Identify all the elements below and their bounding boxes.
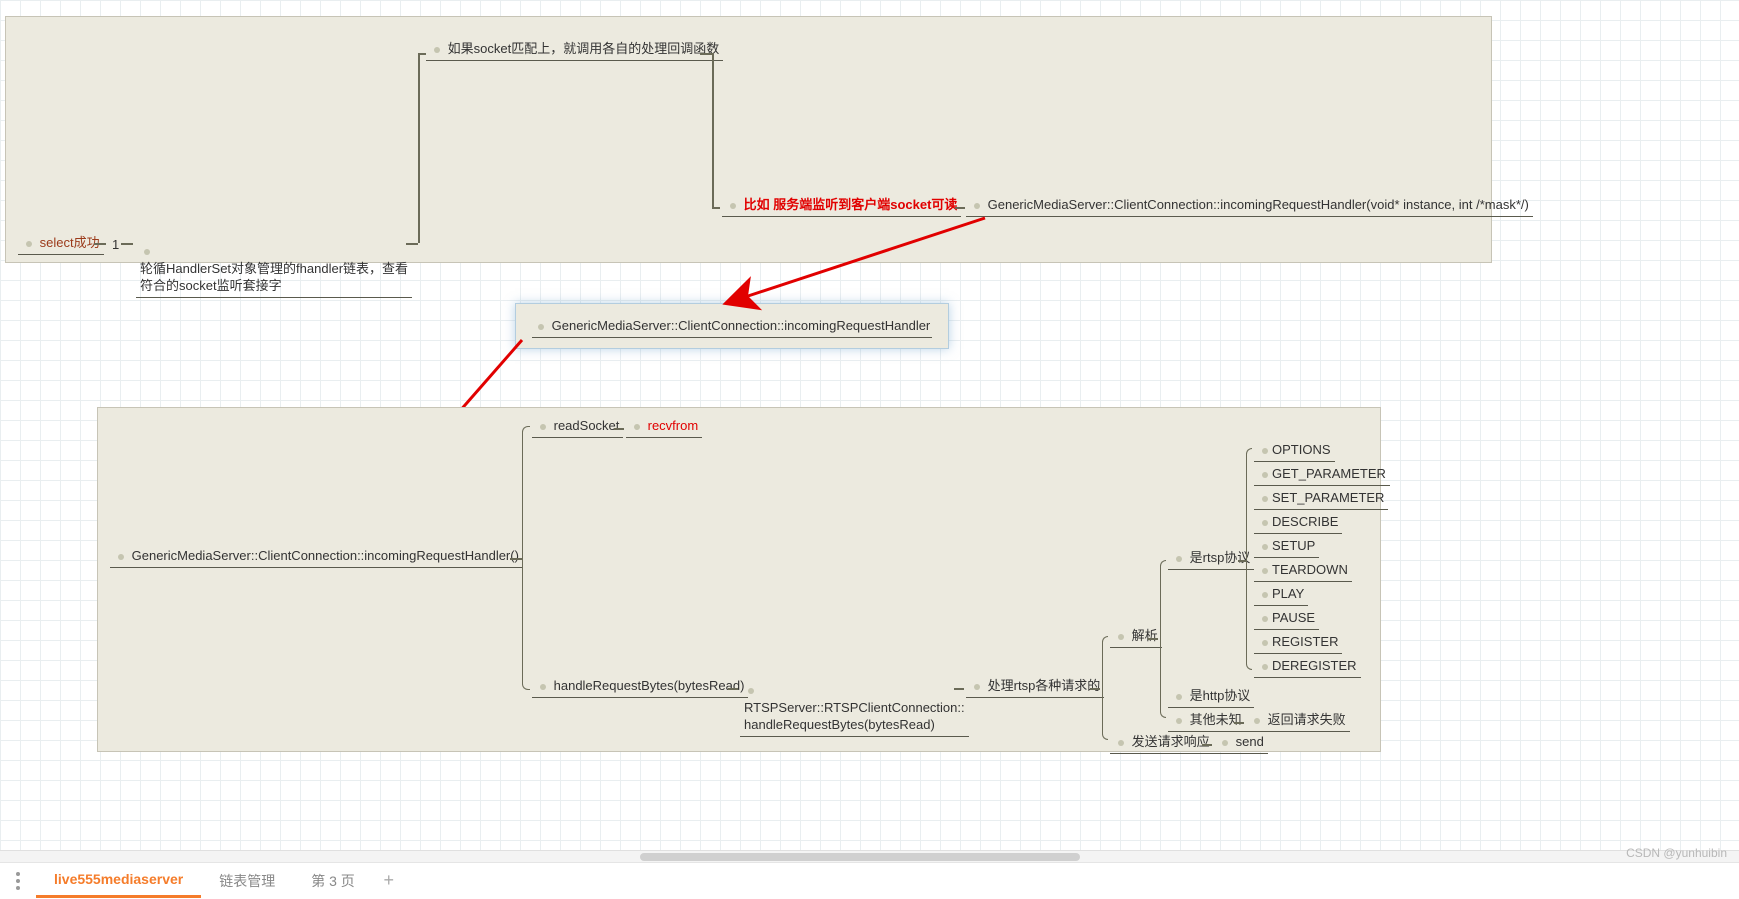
expand-dot-icon[interactable] — [26, 241, 32, 247]
expand-dot-icon[interactable] — [1262, 520, 1268, 526]
node-rtsp-handle[interactable]: RTSPServer::RTSPClientConnection:: handl… — [740, 664, 969, 737]
kebab-icon — [16, 872, 20, 890]
expand-dot-icon[interactable] — [1262, 472, 1268, 478]
diagram-panel-top: select成功 1 轮循HandlerSet对象管理的fhandler链表，查… — [5, 16, 1492, 263]
node-incoming-handler: GenericMediaServer::ClientConnection::in… — [552, 318, 931, 333]
expand-dot-icon[interactable] — [1262, 544, 1268, 550]
node-select-success[interactable]: select成功 — [18, 233, 104, 255]
expand-dot-icon[interactable] — [1262, 592, 1268, 598]
expand-dot-icon[interactable] — [540, 684, 546, 690]
scrollbar-thumb[interactable] — [640, 853, 1080, 861]
tab-live555[interactable]: live555mediaserver — [36, 863, 201, 898]
expand-dot-icon[interactable] — [1262, 616, 1268, 622]
watermark-text: CSDN @yunhuibin — [1626, 846, 1727, 860]
tab-linklist[interactable]: 链表管理 — [201, 863, 293, 899]
node-method-register[interactable]: REGISTER — [1254, 632, 1342, 654]
expand-dot-icon[interactable] — [748, 688, 754, 694]
expand-dot-icon[interactable] — [634, 424, 640, 430]
expand-dot-icon[interactable] — [434, 47, 440, 53]
expand-dot-icon[interactable] — [1262, 496, 1268, 502]
expand-dot-icon[interactable] — [1262, 664, 1268, 670]
expand-dot-icon[interactable] — [1254, 718, 1260, 724]
expand-dot-icon[interactable] — [1222, 740, 1228, 746]
expand-dot-icon[interactable] — [1262, 568, 1268, 574]
expand-dot-icon[interactable] — [1176, 556, 1182, 562]
more-options-button[interactable] — [0, 863, 36, 899]
node-method-setup[interactable]: SETUP — [1254, 536, 1319, 558]
node-socket-match[interactable]: 如果socket匹配上，就调用各自的处理回调函数 — [426, 39, 723, 61]
expand-dot-icon[interactable] — [1176, 718, 1182, 724]
tab-page3[interactable]: 第 3 页 — [293, 863, 373, 899]
node-method-teardown[interactable]: TEARDOWN — [1254, 560, 1352, 582]
expand-dot-icon[interactable] — [538, 324, 544, 330]
diagram-panel-bottom: GenericMediaServer::ClientConnection::in… — [97, 407, 1381, 752]
horizontal-scrollbar[interactable] — [0, 850, 1739, 862]
node-handle-bytes[interactable]: handleRequestBytes(bytesRead) — [532, 676, 748, 698]
node-readsocket[interactable]: readSocket — [532, 416, 623, 438]
node-send[interactable]: send — [1214, 732, 1268, 754]
node-method-play[interactable]: PLAY — [1254, 584, 1308, 606]
node-method-pause[interactable]: PAUSE — [1254, 608, 1319, 630]
node-method-getparam[interactable]: GET_PARAMETER — [1254, 464, 1390, 486]
expand-dot-icon[interactable] — [144, 249, 150, 255]
node-method-options[interactable]: OPTIONS — [1254, 440, 1335, 462]
node-method-setparam[interactable]: SET_PARAMETER — [1254, 488, 1388, 510]
node-process-rtsp[interactable]: 处理rtsp各种请求的 — [966, 676, 1104, 698]
expand-dot-icon[interactable] — [1176, 694, 1182, 700]
tab-bar: live555mediaserver 链表管理 第 3 页 + — [0, 862, 1739, 898]
expand-dot-icon[interactable] — [540, 424, 546, 430]
node-number-one: 1 — [108, 235, 123, 256]
node-handler-call[interactable]: GenericMediaServer::ClientConnection::in… — [110, 546, 523, 568]
diagram-focus-node[interactable]: GenericMediaServer::ClientConnection::in… — [515, 303, 949, 349]
node-loop-handler[interactable]: 轮循HandlerSet对象管理的fhandler链表，查看 符合的socket… — [136, 225, 412, 298]
node-fail-response[interactable]: 返回请求失败 — [1246, 710, 1350, 732]
expand-dot-icon[interactable] — [1262, 448, 1268, 454]
node-rtsp-proto[interactable]: 是rtsp协议 — [1168, 548, 1254, 570]
node-http-proto[interactable]: 是http协议 — [1168, 686, 1254, 708]
expand-dot-icon[interactable] — [1118, 634, 1124, 640]
expand-dot-icon[interactable] — [974, 684, 980, 690]
node-send-response[interactable]: 发送请求响应 — [1110, 732, 1214, 754]
node-parse[interactable]: 解析 — [1110, 626, 1162, 648]
node-method-deregister[interactable]: DEREGISTER — [1254, 656, 1361, 678]
add-tab-button[interactable]: + — [373, 865, 405, 897]
node-example-highlight[interactable]: 比如 服务端监听到客户端socket可读 — [722, 195, 961, 217]
node-method-describe[interactable]: DESCRIBE — [1254, 512, 1342, 534]
expand-dot-icon[interactable] — [118, 554, 124, 560]
expand-dot-icon[interactable] — [1262, 640, 1268, 646]
node-other-unknown[interactable]: 其他未知 — [1168, 710, 1246, 732]
node-recvfrom[interactable]: recvfrom — [626, 416, 702, 438]
expand-dot-icon[interactable] — [974, 203, 980, 209]
expand-dot-icon[interactable] — [1118, 740, 1124, 746]
node-handler-signature[interactable]: GenericMediaServer::ClientConnection::in… — [966, 195, 1533, 217]
expand-dot-icon[interactable] — [730, 203, 736, 209]
